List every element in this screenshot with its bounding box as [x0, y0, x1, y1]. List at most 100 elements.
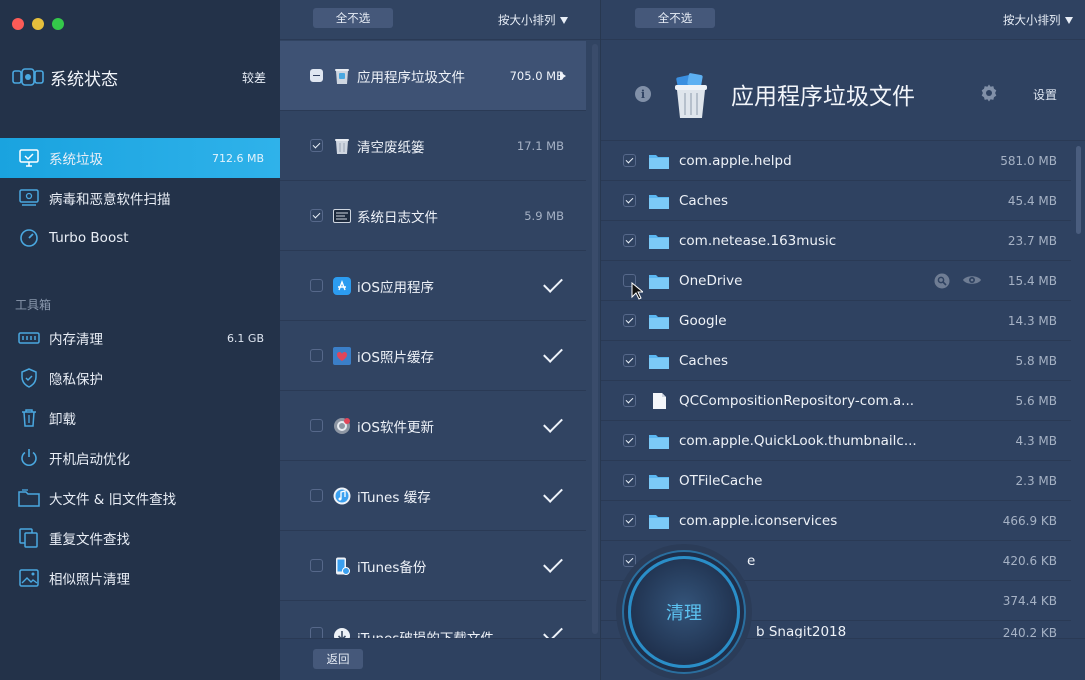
- back-button[interactable]: 返回: [313, 649, 363, 669]
- sidebar-item-uninstall[interactable]: 卸载: [0, 398, 280, 438]
- sort-by-size-dropdown[interactable]: 按大小排列: [498, 12, 568, 28]
- sort-label: 按大小排列: [498, 13, 556, 27]
- toolbox-heading: 工具箱: [15, 298, 52, 312]
- file-checkbox[interactable]: [623, 434, 636, 447]
- file-row[interactable]: com.netease.163music 23.7 MB: [601, 221, 1071, 261]
- file-size: 374.4 KB: [1002, 593, 1057, 608]
- file-checkbox[interactable]: [623, 154, 636, 167]
- category-empty-trash[interactable]: 清空废纸篓 17.1 MB: [280, 111, 586, 181]
- category-label: iOS软件更新: [357, 419, 434, 436]
- memory-chip-icon: [18, 328, 40, 348]
- file-size: 15.4 MB: [1007, 273, 1057, 288]
- checkmark-icon: [543, 622, 563, 638]
- sidebar-item-large-old-files[interactable]: 大文件 & 旧文件查找: [0, 478, 280, 518]
- folder-icon: [649, 354, 669, 369]
- category-checkbox[interactable]: [310, 559, 323, 572]
- category-itunes-broken-downloads[interactable]: iTunes破损的下载文件: [280, 601, 586, 639]
- category-list-panel: 全不选 按大小排列 应用程序垃圾文件 705.0 MB 清空废纸篓 17.1 M…: [280, 0, 600, 680]
- file-row[interactable]: com.apple.QuickLook.thumbnailc... 4.3 MB: [601, 421, 1071, 461]
- power-icon: [18, 448, 40, 468]
- close-window-button[interactable]: [12, 18, 24, 30]
- file-name: Caches: [679, 352, 729, 369]
- file-checkbox[interactable]: [623, 354, 636, 367]
- category-checkbox[interactable]: [310, 419, 323, 432]
- settings-label[interactable]: 设置: [1033, 86, 1057, 103]
- row-actions: [934, 273, 982, 289]
- file-size: 420.6 KB: [1002, 553, 1057, 568]
- mouse-cursor-icon: [631, 282, 643, 300]
- file-row[interactable]: OneDrive 15.4 MB: [601, 261, 1071, 301]
- category-ios-photo-cache[interactable]: iOS照片缓存: [280, 321, 586, 391]
- trash-bin-icon: [333, 67, 351, 85]
- category-ios-software-updates[interactable]: iOS软件更新: [280, 391, 586, 461]
- trash-icon: [18, 408, 40, 428]
- magnifier-icon[interactable]: [934, 273, 950, 289]
- sidebar-item-malware-scan[interactable]: 病毒和恶意软件扫描: [0, 178, 280, 218]
- file-name: OTFileCache: [679, 472, 763, 489]
- file-row[interactable]: com.apple.iconservices 466.9 KB: [601, 501, 1071, 541]
- category-itunes-cache[interactable]: iTunes 缓存: [280, 461, 586, 531]
- sidebar-item-label: 相似照片清理: [49, 572, 130, 588]
- minimize-window-button[interactable]: [32, 18, 44, 30]
- category-system-logs[interactable]: 系统日志文件 5.9 MB: [280, 181, 586, 251]
- info-icon[interactable]: i: [635, 86, 651, 102]
- sidebar-item-label: Turbo Boost: [49, 230, 129, 246]
- zoom-window-button[interactable]: [52, 18, 64, 30]
- category-size: 5.9 MB: [524, 208, 564, 223]
- sidebar-item-similar-photos[interactable]: 相似照片清理: [0, 558, 280, 598]
- trash-bin-icon: [333, 137, 351, 155]
- checkmark-icon: [543, 412, 563, 433]
- file-checkbox[interactable]: [623, 314, 636, 327]
- file-name: com.apple.QuickLook.thumbnailc...: [679, 432, 917, 449]
- sidebar-item-privacy[interactable]: 隐私保护: [0, 358, 280, 398]
- sidebar-item-label: 系统垃圾: [49, 152, 103, 168]
- app-store-icon: [333, 276, 351, 295]
- category-checkbox[interactable]: [310, 69, 323, 82]
- sidebar-item-startup[interactable]: 开机启动优化: [0, 438, 280, 478]
- eye-icon[interactable]: [962, 273, 982, 287]
- gear-icon[interactable]: [979, 83, 999, 103]
- category-label: 应用程序垃圾文件: [357, 69, 465, 86]
- file-row[interactable]: Google 14.3 MB: [601, 301, 1071, 341]
- file-row[interactable]: OTFileCache 2.3 MB: [601, 461, 1071, 501]
- deselect-all-files-button[interactable]: 全不选: [635, 8, 715, 28]
- category-checkbox[interactable]: [310, 349, 323, 362]
- deselect-all-button[interactable]: 全不选: [313, 8, 393, 28]
- file-checkbox[interactable]: [623, 514, 636, 527]
- system-status[interactable]: 系统状态 较差: [12, 62, 266, 92]
- file-size: 14.3 MB: [1007, 313, 1057, 328]
- category-checkbox[interactable]: [310, 489, 323, 502]
- clean-button[interactable]: 清理: [628, 556, 740, 668]
- folder-icon: [649, 194, 669, 209]
- checkmark-icon: [543, 272, 563, 293]
- sidebar-item-duplicates[interactable]: 重复文件查找: [0, 518, 280, 558]
- scan-monitor-icon: [18, 188, 40, 208]
- file-row[interactable]: QCCompositionRepository-com.a... 5.6 MB: [601, 381, 1071, 421]
- system-status-icon: [12, 68, 44, 86]
- file-checkbox[interactable]: [623, 474, 636, 487]
- category-itunes-backups[interactable]: iTunes备份: [280, 531, 586, 601]
- speedometer-icon: [18, 228, 40, 248]
- photo-icon: [18, 568, 40, 588]
- category-size: 705.0 MB: [509, 68, 564, 83]
- category-checkbox[interactable]: [310, 139, 323, 152]
- file-row[interactable]: com.apple.helpd 581.0 MB: [601, 141, 1071, 181]
- file-row[interactable]: Caches 5.8 MB: [601, 341, 1071, 381]
- category-ios-apps[interactable]: iOS应用程序: [280, 251, 586, 321]
- category-scrollbar[interactable]: [592, 44, 598, 634]
- files-icon: [18, 488, 40, 508]
- sidebar-item-system-junk[interactable]: 系统垃圾 712.6 MB: [0, 138, 280, 178]
- file-list-scrollbar[interactable]: [1076, 146, 1081, 234]
- folder-icon: [649, 154, 669, 169]
- category-app-junk[interactable]: 应用程序垃圾文件 705.0 MB: [280, 41, 586, 111]
- sidebar-item-memory-clean[interactable]: 内存清理 6.1 GB: [0, 318, 280, 358]
- file-sort-dropdown[interactable]: 按大小排列: [1003, 12, 1073, 28]
- file-checkbox[interactable]: [623, 234, 636, 247]
- sidebar-item-turbo-boost[interactable]: Turbo Boost: [0, 218, 280, 258]
- file-checkbox[interactable]: [623, 194, 636, 207]
- file-row[interactable]: Caches 45.4 MB: [601, 181, 1071, 221]
- category-checkbox[interactable]: [310, 209, 323, 222]
- file-checkbox[interactable]: [623, 394, 636, 407]
- file-size: 5.6 MB: [1015, 393, 1057, 408]
- category-checkbox[interactable]: [310, 279, 323, 292]
